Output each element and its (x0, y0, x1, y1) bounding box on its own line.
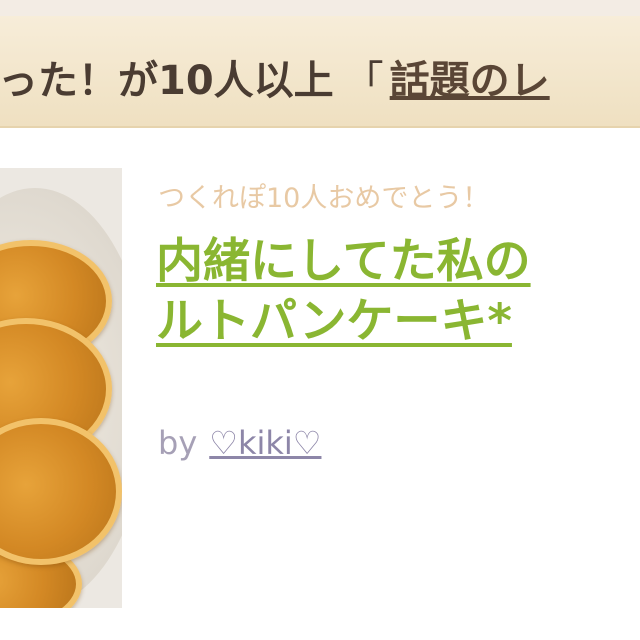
banner-bracket: 「 (343, 58, 384, 104)
banner-link[interactable]: 話題のレ (390, 48, 550, 106)
top-strip (0, 0, 640, 16)
tsukurepo-message: つくれぽ10人おめでとう！ (158, 183, 490, 214)
banner-message: った！が10人以上 (0, 58, 334, 104)
hot-recipe-banner: った！が10人以上「話題のレ (0, 16, 640, 128)
by-label: by (158, 424, 198, 462)
banner-text: った！が10人以上「話題のレ (0, 48, 550, 106)
recipe-photo[interactable] (0, 168, 122, 608)
author-line: by ♡kiki♡ (158, 424, 321, 462)
author-link[interactable]: ♡kiki♡ (209, 424, 321, 462)
recipe-title-line1: 内緒にしてた私の (156, 234, 531, 289)
recipe-title-link[interactable]: 内緒にしてた私の ルトパンケーキ* (156, 232, 640, 352)
recipe-title-line2: ルトパンケーキ* (156, 294, 512, 349)
